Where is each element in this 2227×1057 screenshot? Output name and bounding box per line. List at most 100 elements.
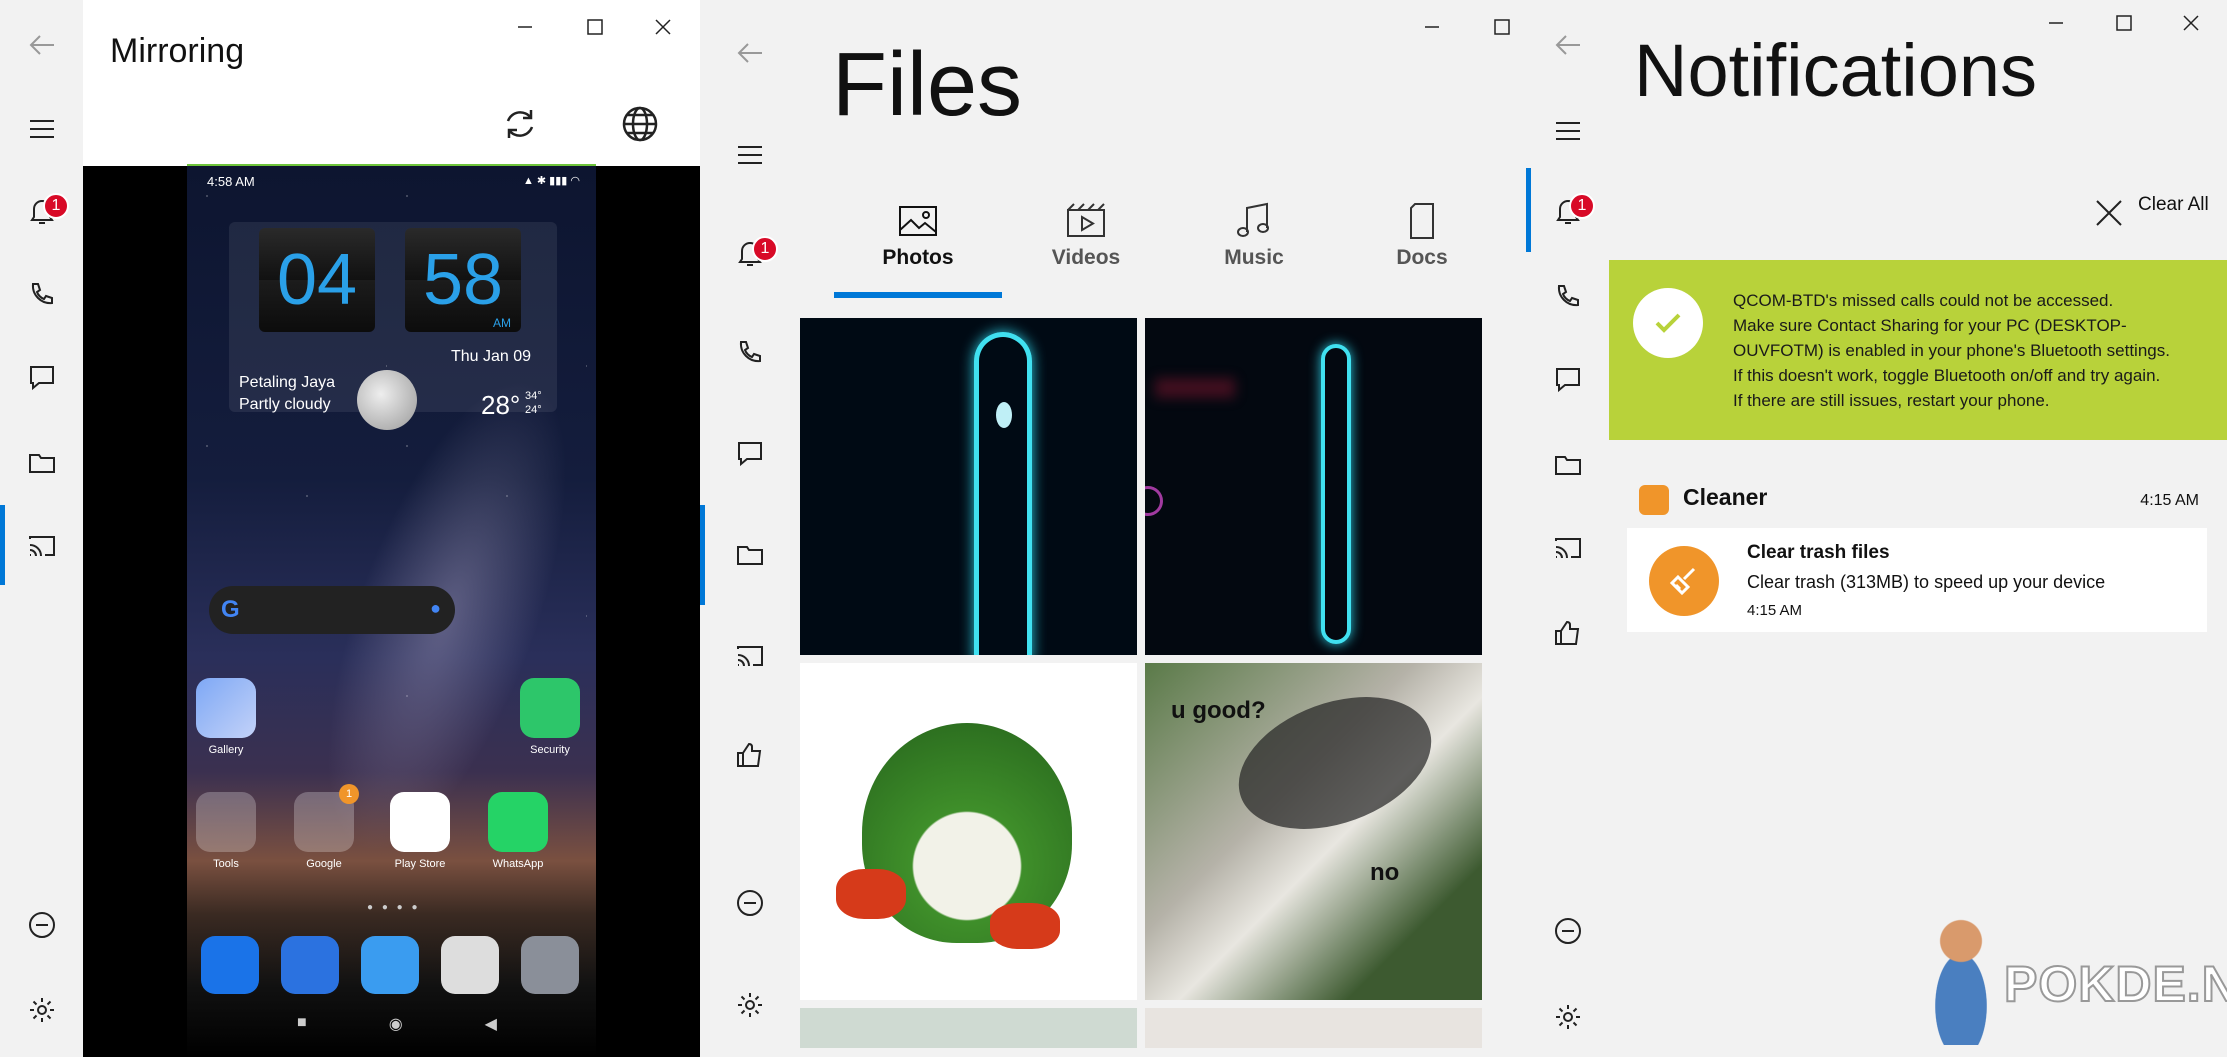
sidebar-item-minus[interactable] — [1526, 906, 1609, 956]
app-gallery[interactable]: Gallery — [193, 678, 259, 756]
mascot-figure — [1916, 915, 2006, 1045]
app-google[interactable]: Google 1 — [291, 784, 359, 870]
minimize-button[interactable] — [1412, 12, 1452, 42]
sidebar-item-messages[interactable] — [1526, 354, 1609, 404]
tab-music[interactable]: Music — [1170, 200, 1338, 270]
sidebar-item-calls[interactable] — [700, 328, 800, 378]
app-label: WhatsApp — [492, 858, 544, 870]
maximize-button[interactable] — [2104, 8, 2144, 38]
dock-messages-icon[interactable] — [281, 936, 339, 994]
sidebar-item-notifications[interactable]: 1 — [700, 228, 800, 278]
home-button[interactable]: ◉ — [389, 1014, 403, 1034]
temperature: 28° — [481, 390, 521, 420]
app-security[interactable]: Security — [517, 678, 583, 756]
sidebar-item-calls[interactable] — [1526, 272, 1609, 322]
clear-all-button[interactable]: Clear All — [2094, 194, 2209, 228]
menu-button[interactable] — [0, 104, 83, 154]
refresh-button[interactable] — [500, 104, 540, 144]
minimize-icon — [2049, 22, 2063, 24]
minimize-icon — [1425, 26, 1439, 28]
message-icon — [1555, 368, 1580, 393]
minimize-button[interactable] — [505, 12, 545, 42]
temp-high: 34° — [525, 390, 542, 402]
gear-icon — [29, 998, 54, 1022]
sidebar-item-notifications[interactable]: 1 — [1526, 186, 1609, 236]
back-arrow-icon — [29, 35, 54, 55]
cast-icon — [1554, 538, 1581, 559]
menu-button[interactable] — [1526, 106, 1609, 156]
sidebar-item-files[interactable] — [1526, 440, 1609, 490]
tab-label: Videos — [1051, 246, 1121, 269]
sidebar-item-messages[interactable] — [700, 428, 800, 478]
hamburger-icon — [1555, 122, 1580, 140]
google-search-bar[interactable]: G ● — [209, 586, 455, 634]
nav-back-button[interactable]: ◀ — [485, 1014, 497, 1034]
tab-videos[interactable]: Videos — [1002, 200, 1170, 270]
sidebar-item-feedback[interactable] — [1526, 608, 1609, 658]
sidebar-item-notifications[interactable]: 1 — [0, 186, 83, 236]
sidebar-item-feedback[interactable] — [700, 730, 800, 780]
recents-button[interactable]: ■ — [297, 1014, 307, 1034]
sidebar-item-calls[interactable] — [0, 270, 83, 320]
sidebar-item-minus[interactable] — [700, 878, 800, 928]
close-button[interactable] — [2171, 8, 2211, 38]
app-play-store[interactable]: Play Store — [387, 792, 453, 870]
dock-phone-icon[interactable] — [201, 936, 259, 994]
back-button[interactable] — [700, 28, 800, 78]
maximize-button[interactable] — [1482, 12, 1522, 42]
notification-title: Clear trash files — [1747, 542, 1890, 563]
files-content: Files Photos Videos Music Docs u good? n… — [800, 0, 1526, 1057]
tab-photos[interactable]: Photos — [834, 200, 1002, 270]
sidebar-item-files[interactable] — [0, 438, 83, 488]
photo-thumbnail[interactable] — [800, 1008, 1137, 1048]
app-tools[interactable]: Tools — [193, 792, 259, 870]
notification-body: Clear trash (313MB) to speed up your dev… — [1747, 572, 2106, 592]
notification-app-header: Cleaner 4:15 AM — [1639, 482, 2199, 516]
settings-button[interactable] — [1526, 992, 1609, 1042]
dock-camera-icon[interactable] — [441, 936, 499, 994]
page-dots: ● ● ● ● — [367, 902, 421, 913]
photo-thumbnail[interactable] — [800, 318, 1137, 655]
minimize-button[interactable] — [2036, 8, 2076, 38]
menu-button[interactable] — [700, 130, 800, 180]
files-window: 1 Files Photos Videos Music Docs u good?… — [700, 0, 1526, 1057]
tab-underline — [834, 292, 1002, 298]
phone-screen-area[interactable]: 4:58 AM ▲ ✱ ▮▮▮ ◠ 04 58 AM Thu Jan 09 Pe… — [83, 166, 700, 1057]
sidebar-item-mirroring[interactable] — [0, 522, 83, 572]
photo-thumbnail[interactable] — [1145, 1008, 1482, 1048]
settings-button[interactable] — [700, 980, 800, 1030]
sidebar: 1 — [1526, 0, 1609, 1057]
dock-settings-icon[interactable] — [521, 936, 579, 994]
gallery-icon — [196, 678, 256, 738]
mic-icon[interactable]: ● — [430, 598, 441, 619]
close-button[interactable] — [643, 12, 683, 42]
cleaner-app-icon — [1639, 485, 1669, 515]
app-whatsapp[interactable]: WhatsApp — [485, 792, 551, 870]
back-button[interactable] — [0, 20, 83, 70]
tab-docs[interactable]: Docs — [1338, 200, 1506, 270]
sidebar-item-mirroring[interactable] — [700, 632, 800, 682]
photo-thumbnail[interactable] — [1145, 318, 1482, 655]
phone-icon — [739, 341, 761, 363]
minus-circle-icon — [737, 890, 763, 916]
dock-browser-icon[interactable] — [361, 936, 419, 994]
photo-thumbnail[interactable] — [800, 663, 1137, 1000]
photo-thumbnail[interactable]: u good? no — [1145, 663, 1482, 1000]
page-title: Mirroring — [110, 32, 245, 70]
status-bar: 4:58 AM ▲ ✱ ▮▮▮ ◠ — [187, 174, 596, 194]
sidebar: 1 — [700, 0, 800, 1057]
phone-screen[interactable]: 4:58 AM ▲ ✱ ▮▮▮ ◠ 04 58 AM Thu Jan 09 Pe… — [187, 166, 596, 1057]
settings-button[interactable] — [0, 985, 83, 1035]
notification-card[interactable]: Clear trash files Clear trash (313MB) to… — [1627, 528, 2207, 632]
light-bar — [974, 332, 1032, 655]
sidebar-item-messages[interactable] — [0, 352, 83, 402]
globe-button[interactable] — [620, 104, 660, 144]
sidebar-item-files[interactable] — [700, 530, 800, 580]
sidebar-item-mirroring[interactable] — [1526, 524, 1609, 574]
back-button[interactable] — [1526, 20, 1609, 70]
temp-low: 24° — [525, 404, 542, 416]
sidebar-item-minus[interactable] — [0, 900, 83, 950]
banner-line: OUVFOTM) is enabled in your phone's Blue… — [1733, 341, 2170, 360]
maximize-button[interactable] — [575, 12, 615, 42]
gear-icon — [738, 993, 762, 1017]
